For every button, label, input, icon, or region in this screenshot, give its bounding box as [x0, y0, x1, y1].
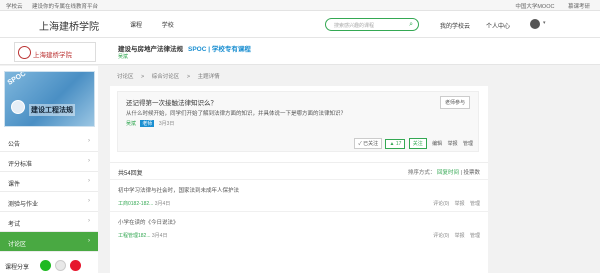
breadcrumb: 讨论区 > 综合讨论区 > 主题详情	[117, 74, 220, 80]
breadcrumb-general[interactable]: 综合讨论区	[152, 74, 180, 80]
sort-by-votes[interactable]: 投票数	[463, 170, 480, 176]
breadcrumb-topic: 主题详情	[197, 74, 220, 80]
brand-title[interactable]: 上海建桥学院	[39, 18, 99, 33]
search-icon[interactable]: ⌕	[409, 21, 413, 29]
header: 上海建桥学院 课程 学校 搜索感兴趣的课程 ⌕ 我的学校云 个人中心 ▾	[0, 11, 600, 38]
main-nav: 课程 学校	[130, 20, 192, 29]
list-item: 小学在读的《今日说法》 工程管理182... 3月4日 评论(0) 举报 管理	[110, 211, 488, 243]
edit-link[interactable]: 编辑	[432, 141, 442, 147]
sidebar-item-exam[interactable]: 考试 ›	[0, 212, 98, 232]
reply-text: 初中学习法律与社会时，国家法到未成年人保护法	[118, 188, 240, 194]
thumbnail-title: 建设工程法规	[29, 104, 75, 116]
seal-icon	[11, 100, 25, 114]
sidebar-item-announcement[interactable]: 公告 ›	[0, 132, 98, 152]
chevron-right-icon: ›	[88, 178, 90, 184]
user-name[interactable]: 慕课考研	[568, 4, 590, 10]
my-school-cloud-link[interactable]: 我的学校云	[440, 21, 470, 30]
sidebar-item-grading[interactable]: 评分标准 ›	[0, 152, 98, 172]
reply-author[interactable]: 工程管理182...	[118, 233, 151, 239]
school-logo: 上海建桥学院	[14, 42, 96, 62]
site-tagline: 建设你的专属在线教育平台	[32, 4, 99, 10]
course-bar: 上海建桥学院 建设与房地产法律法规 SPOC | 学校专有课程 吴斌	[0, 38, 600, 65]
search-placeholder: 搜索感兴趣的课程	[334, 23, 375, 29]
seal-icon	[18, 46, 31, 59]
wechat-icon[interactable]	[40, 260, 51, 271]
course-title: 建设与房地产法律法规	[118, 46, 183, 53]
topic-meta: 吴斌 老师 3月3日	[126, 120, 174, 127]
manage-link[interactable]: 管理	[470, 233, 480, 239]
report-link[interactable]: 举报	[455, 201, 465, 207]
site-name[interactable]: 学校云	[6, 4, 23, 10]
chevron-right-icon: ›	[88, 198, 90, 204]
manage-link[interactable]: 管理	[470, 201, 480, 207]
reply-meta: 工商0182-182... 3月4日 评论(0) 举报 管理	[118, 200, 488, 207]
avatar[interactable]	[530, 19, 540, 29]
sidebar-menu: 公告 › 评分标准 › 课件 › 测验与作业 › 考试 › 讨论区 ›	[0, 132, 98, 252]
search-input[interactable]: 搜索感兴趣的课程 ⌕	[325, 18, 419, 31]
top-strip: 学校云 建设你的专属在线教育平台 中国大学MOOC 慕课考研	[0, 0, 600, 11]
chevron-right-icon: ›	[88, 218, 90, 224]
report-link[interactable]: 举报	[448, 141, 458, 147]
reply-count: 共54回复	[118, 171, 143, 177]
list-item: 初中学习法律与社会时，国家法到未成年人保护法 工商0182-182... 3月4…	[110, 179, 488, 211]
report-link[interactable]: 举报	[455, 233, 465, 239]
replies-header: 共54回复 排序方式： 回复时间 | 投票数	[110, 162, 488, 177]
reply-author[interactable]: 工商0182-182...	[118, 201, 153, 207]
reply-text: 小学在读的《今日说法》	[118, 220, 179, 226]
reply-date: 3月4日	[154, 201, 171, 207]
chevron-right-icon: ›	[88, 158, 90, 164]
chevron-down-icon[interactable]: ▾	[543, 20, 546, 26]
follow-button[interactable]: 关注	[408, 138, 427, 149]
moments-icon[interactable]	[55, 260, 66, 271]
sidebar: SPOC 建设工程法规 公告 › 评分标准 › 课件 › 测验与作业 › 考试 › 讨论区…	[0, 66, 98, 273]
course-tag: SPOC | 学校专有课程	[188, 46, 251, 53]
vote-button[interactable]: ▲ 17	[385, 139, 406, 149]
share-label: 课程分享	[5, 265, 30, 271]
nav-school[interactable]: 学校	[162, 23, 174, 29]
teacher-badge: 老师参与	[439, 96, 470, 109]
chevron-right-icon: ›	[88, 238, 90, 244]
topic-author[interactable]: 吴斌	[126, 121, 136, 127]
topic-body: 从什么时候开始，同学们开始了解到法律方面的知识，并具体说一下是哪方面的法律知识？	[126, 111, 347, 117]
sidebar-item-quiz[interactable]: 测验与作业 ›	[0, 192, 98, 212]
nav-course[interactable]: 课程	[130, 23, 142, 29]
topic-date: 3月3日	[158, 121, 175, 127]
sort-by-time[interactable]: 回复时间	[437, 170, 459, 176]
breadcrumb-discussion[interactable]: 讨论区	[117, 74, 134, 80]
sidebar-item-discussion[interactable]: 讨论区 ›	[0, 232, 98, 252]
chevron-right-icon: ›	[88, 138, 90, 144]
course-teacher[interactable]: 吴斌	[118, 53, 128, 60]
manage-link[interactable]: 管理	[463, 141, 473, 147]
topic-question: 还记得第一次接触法律知识么？	[126, 100, 217, 107]
followed-button[interactable]: ✓ 已关注	[354, 138, 383, 149]
reply-date: 3月4日	[151, 233, 168, 239]
topic-post: 还记得第一次接触法律知识么？ 老师参与 从什么时候开始，同学们开始了解到法律方面…	[117, 91, 479, 152]
personal-center-link[interactable]: 个人中心	[486, 21, 510, 30]
course-thumbnail: SPOC 建设工程法规	[4, 71, 95, 127]
topic-actions: ✓ 已关注 ▲ 17 关注 编辑 举报 管理	[352, 138, 473, 149]
reply-meta: 工程管理182... 3月4日 评论(0) 举报 管理	[118, 232, 488, 239]
mooc-link[interactable]: 中国大学MOOC	[515, 4, 554, 10]
comment-link[interactable]: 评论(0)	[433, 233, 449, 239]
weibo-icon[interactable]	[70, 260, 81, 271]
sidebar-item-courseware[interactable]: 课件 ›	[0, 172, 98, 192]
comment-link[interactable]: 评论(0)	[433, 201, 449, 207]
role-badge: 老师	[140, 120, 155, 127]
main-content: 还记得第一次接触法律知识么？ 老师参与 从什么时候开始，同学们开始了解到法律方面…	[110, 86, 488, 273]
spoc-badge: SPOC	[6, 71, 28, 87]
